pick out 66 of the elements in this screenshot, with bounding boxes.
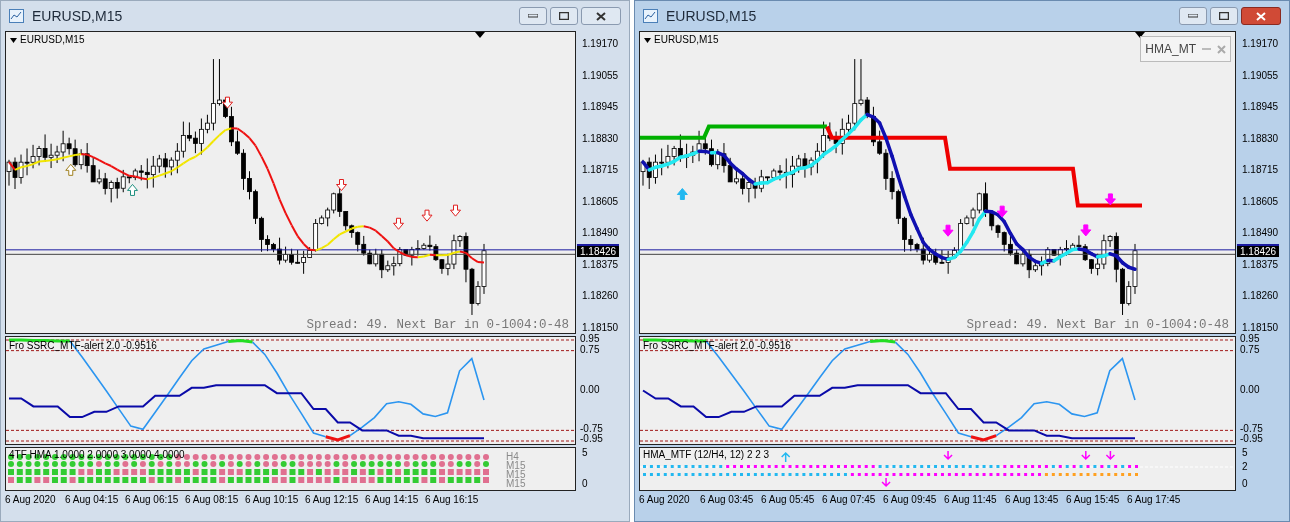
price-tick-label: 1.18260 <box>582 290 620 303</box>
indicator-tick-label: 5 <box>582 447 588 459</box>
price-tick-label: 1.18945 <box>1242 101 1280 114</box>
indicator-tick-label: 2 <box>1242 461 1248 473</box>
price-tick-label: 1.19055 <box>1242 69 1280 82</box>
time-label: 6 Aug 17:45 <box>1127 493 1182 507</box>
time-label: 6 Aug 05:45 <box>761 493 816 507</box>
time-label: 6 Aug 03:45 <box>700 493 755 507</box>
time-label: 6 Aug 11:45 <box>944 493 998 507</box>
indicator-tick-label: 5 <box>1242 447 1248 459</box>
price-tick-label: 1.18260 <box>1242 290 1280 303</box>
time-label: 6 Aug 08:15 <box>185 493 240 507</box>
price-tick-label: 1.18715 <box>582 164 620 177</box>
price-tick-label: 1.18375 <box>1242 258 1280 271</box>
time-label: 6 Aug 04:15 <box>65 493 120 507</box>
timeframe-label: M15 <box>506 461 526 470</box>
oscillator-tick-label: -0.75 <box>1240 423 1263 435</box>
time-label: 6 Aug 15:45 <box>1066 493 1121 507</box>
price-tick-label: 1.18605 <box>1242 195 1280 208</box>
oscillator-tick-label: -0.75 <box>580 423 603 435</box>
time-label: 6 Aug 12:15 <box>305 493 360 507</box>
price-tick-label: 1.18375 <box>582 258 620 271</box>
price-tick-label: 1.18490 <box>1242 227 1280 240</box>
oscillator-tick-label: 0.00 <box>580 383 600 396</box>
oscillator-tick-label: 0.95 <box>1240 333 1260 345</box>
window-title: EURUSD,M15 <box>666 6 758 26</box>
oscillator-tick-label: 0.75 <box>1240 343 1260 356</box>
indicator-tick-label: 0 <box>1242 478 1248 490</box>
timeframe-label: M15 <box>506 470 526 479</box>
window-title: EURUSD,M15 <box>32 6 124 26</box>
price-tick-label: 1.18490 <box>582 227 620 240</box>
time-label: 6 Aug 09:45 <box>883 493 938 507</box>
time-label: 6 Aug 10:15 <box>245 493 300 507</box>
spread-text: Spread: 49. Next Bar in 0-1004:0-48 <box>306 318 569 332</box>
spread-text: Spread: 49. Next Bar in 0-1004:0-48 <box>966 318 1229 332</box>
indicator-tick-label: 0 <box>582 478 588 490</box>
price-tick-label: 1.18715 <box>1242 164 1280 177</box>
panel-title: HMA_MT <box>1145 41 1196 58</box>
timeframe-label: H4 <box>506 452 519 461</box>
time-label: 6 Aug 14:15 <box>365 493 420 507</box>
time-label: 6 Aug 16:15 <box>425 493 480 507</box>
time-label: 6 Aug 2020 <box>639 493 691 507</box>
time-label: 6 Aug 06:15 <box>125 493 180 507</box>
price-tick-label: 1.18605 <box>582 195 620 208</box>
time-label: 6 Aug 13:45 <box>1005 493 1060 507</box>
price-tick-label: 1.19055 <box>582 69 620 82</box>
price-tick-label: 1.18830 <box>582 132 620 145</box>
oscillator-tick-label: -0.95 <box>1240 433 1263 445</box>
price-tick-label: 1.18830 <box>1242 132 1280 145</box>
symbol-label: EURUSD,M15 <box>654 34 719 46</box>
indicator-label: HMA_MTF (12/H4, 12) 2 2 3 <box>643 449 770 461</box>
current-price-label: 1.18426 <box>577 244 620 257</box>
current-price-label: 1.18426 <box>1237 244 1280 257</box>
price-tick-label: 1.19170 <box>582 38 620 50</box>
time-label: 6 Aug 07:45 <box>822 493 877 507</box>
price-tick-label: 1.19170 <box>1242 38 1280 50</box>
price-tick-label: 1.18945 <box>582 101 620 114</box>
oscillator-tick-label: 0.75 <box>580 343 600 356</box>
time-label: 6 Aug 2020 <box>5 493 57 507</box>
price-tick-label: 1.18150 <box>582 321 620 334</box>
oscillator-tick-label: -0.95 <box>580 433 603 445</box>
oscillator-tick-label: 0.95 <box>580 333 600 345</box>
price-tick-label: 1.18150 <box>1242 321 1280 334</box>
symbol-label: EURUSD,M15 <box>20 34 85 46</box>
timeframe-label: M15 <box>506 479 526 488</box>
oscillator-tick-label: 0.00 <box>1240 383 1260 396</box>
